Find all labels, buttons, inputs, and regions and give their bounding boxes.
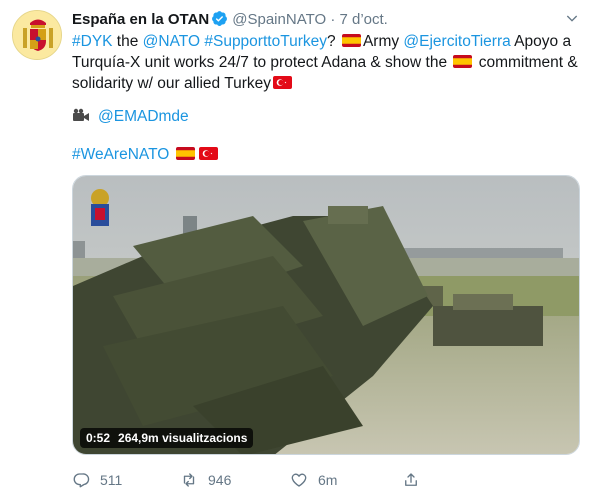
mention-emadmde[interactable]: @EMADmde xyxy=(98,108,189,125)
like-count: 6m xyxy=(318,472,338,488)
display-name[interactable]: España en la OTAN xyxy=(72,11,209,28)
spain-flag-icon xyxy=(175,147,195,160)
turkey-flag-icon xyxy=(273,76,292,89)
spain-flag-icon xyxy=(341,34,361,47)
reply-count: 511 xyxy=(100,472,123,488)
hashtag-wearenato[interactable]: #WeAreNATO xyxy=(72,146,169,163)
tweet[interactable]: España en la OTAN @SpainNATO · 7 d’oct. #… xyxy=(0,0,595,504)
tweet-header: España en la OTAN @SpainNATO · 7 d’oct. xyxy=(72,10,582,30)
account-handle[interactable]: @SpainNATO xyxy=(232,11,326,28)
video-player[interactable] xyxy=(72,175,580,455)
verified-badge-icon xyxy=(211,10,228,27)
like-button[interactable]: 6m xyxy=(290,468,337,492)
video-info-badge: 0:52 264,9m visualitzacions xyxy=(80,428,254,448)
reply-button[interactable]: 511 xyxy=(72,468,122,492)
separator-dot: · xyxy=(330,11,336,28)
video-duration: 0:52 xyxy=(86,431,111,445)
coat-of-arms-image xyxy=(13,11,61,59)
video-thumbnail xyxy=(73,176,579,454)
tweet-actions: 511 946 6m xyxy=(72,468,580,492)
heart-icon xyxy=(291,473,307,487)
video-view-count: 264,9m visualitzacions xyxy=(118,431,248,445)
reply-icon xyxy=(73,473,90,488)
mention-ejercitotierra[interactable]: @EjercitoTierra xyxy=(403,33,510,50)
hashtag-line: #WeAreNATO xyxy=(72,144,220,165)
mention-nato[interactable]: @NATO xyxy=(143,33,200,50)
video-credit: @EMADmde xyxy=(72,106,189,127)
tweet-text: #DYK the @NATO #SupporttoTurkey? Army @E… xyxy=(72,33,578,92)
avatar[interactable] xyxy=(12,10,62,60)
turkey-flag-icon xyxy=(198,147,218,160)
share-button[interactable] xyxy=(402,468,430,492)
movie-camera-icon xyxy=(72,107,90,121)
hashtag-supporttoturkey[interactable]: #SupporttoTurkey xyxy=(204,33,327,50)
chevron-down-icon[interactable] xyxy=(562,10,582,30)
spain-flag-icon xyxy=(453,55,473,68)
hashtag-dyk[interactable]: #DYK xyxy=(72,33,113,50)
retweet-button[interactable]: 946 xyxy=(180,468,231,492)
share-icon xyxy=(405,473,417,486)
timestamp[interactable]: 7 d’oct. xyxy=(339,11,387,28)
retweet-count: 946 xyxy=(208,472,232,488)
retweet-icon xyxy=(183,473,195,487)
